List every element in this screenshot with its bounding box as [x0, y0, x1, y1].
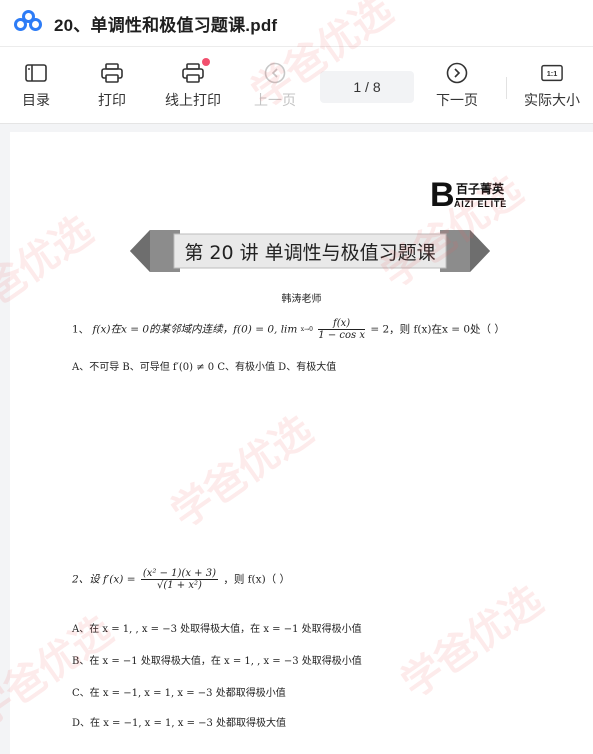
q2-prefix: 2、设 f′(x) =	[72, 573, 136, 586]
actual-size-icon-text: 1:1	[547, 69, 558, 78]
q2-suffix: ，则 f(x)（ ）	[223, 573, 291, 586]
q1-frac-num: f(x)	[318, 318, 365, 330]
lesson-banner: 第 20 讲 单调性与极值习题课	[130, 228, 490, 274]
q2-frac-num: (x² − 1)(x + 3)	[140, 568, 218, 580]
prev-page-label: 上一页	[254, 92, 296, 108]
teacher-name: 韩涛老师	[281, 294, 322, 305]
q1-limit: x→0	[301, 325, 313, 335]
sidebar-icon	[25, 62, 47, 84]
next-page-label: 下一页	[436, 92, 478, 108]
brand-name-en: AIZI ELITE	[454, 199, 507, 209]
actual-size-label: 实际大小	[524, 92, 580, 108]
q1-prefix: 1、	[72, 323, 90, 336]
print-label: 打印	[98, 92, 126, 108]
actual-size-icon: 1:1	[541, 62, 563, 84]
q2-frac-den: √(1 + x²)	[156, 580, 202, 591]
printer-icon	[101, 62, 123, 84]
brand-logo: B 百子菁英 AIZI ELITE	[430, 178, 540, 214]
toolbar: 目录 打印 线上打印 上一页 1 / 8 下一页 1:1 实际大小	[0, 46, 593, 124]
page-indicator[interactable]: 1 / 8	[320, 71, 414, 103]
q1-part2: = 2，则 f(x)在x = 0处（ ）	[370, 323, 505, 336]
chevron-right-circle-icon	[446, 62, 468, 84]
online-print-button[interactable]: 线上打印	[165, 47, 221, 125]
print-button[interactable]: 打印	[98, 47, 126, 125]
q1-options: A、不可导 B、可导但 f′(0) ≠ 0 C、有极小值 D、有极大值	[72, 362, 337, 373]
next-page-button[interactable]: 下一页	[436, 47, 478, 125]
q1-limit-sub: x→0	[300, 325, 313, 333]
question-2: 2、设 f′(x) = (x² − 1)(x + 3) √(1 + x²) ，则…	[72, 568, 290, 591]
toc-label: 目录	[22, 92, 50, 108]
online-printer-icon	[182, 58, 210, 84]
brand-name-cn: 百子菁英	[456, 180, 505, 200]
title-bar: 20、单调性和极值习题课.pdf	[0, 0, 593, 46]
prev-page-button[interactable]: 上一页	[254, 47, 296, 125]
pdf-page: B 百子菁英 AIZI ELITE 第 20 讲 单调性与极值习题课 韩涛老师 …	[10, 132, 593, 754]
q1-fraction: f(x) 1 − cos x	[318, 318, 365, 341]
q2-option-b: B、在 x = −1 处取得极大值，在 x = 1, , x = −3 处取得极…	[72, 656, 362, 667]
toolbar-divider	[506, 77, 507, 99]
q1-part1: f(x)在x = 0的某邻域内连续，f(0) = 0, lim	[92, 323, 298, 336]
brand-letter: B	[430, 176, 455, 214]
question-1: 1、 f(x)在x = 0的某邻域内连续，f(0) = 0, lim x→0 f…	[72, 318, 505, 341]
q2-option-d: D、在 x = −1, x = 1, x = −3 处都取得极大值	[72, 718, 287, 729]
online-print-label: 线上打印	[165, 92, 221, 108]
q2-option-a: A、在 x = 1, , x = −3 处取得极大值，在 x = −1 处取得极…	[72, 624, 362, 635]
toc-button[interactable]: 目录	[22, 47, 50, 125]
actual-size-button[interactable]: 1:1 实际大小	[524, 47, 580, 125]
document-title: 20、单调性和极值习题课.pdf	[54, 15, 278, 35]
banner-title: 第 20 讲 单调性与极值习题课	[184, 241, 436, 264]
cloud-link-icon	[14, 10, 44, 36]
notification-dot	[202, 58, 210, 66]
q2-option-c: C、在 x = −1, x = 1, x = −3 处都取得极小值	[72, 688, 286, 699]
document-viewer[interactable]: B 百子菁英 AIZI ELITE 第 20 讲 单调性与极值习题课 韩涛老师 …	[0, 124, 593, 754]
q1-frac-den: 1 − cos x	[318, 330, 365, 341]
chevron-left-circle-icon	[264, 62, 286, 84]
q2-fraction: (x² − 1)(x + 3) √(1 + x²)	[140, 568, 218, 591]
